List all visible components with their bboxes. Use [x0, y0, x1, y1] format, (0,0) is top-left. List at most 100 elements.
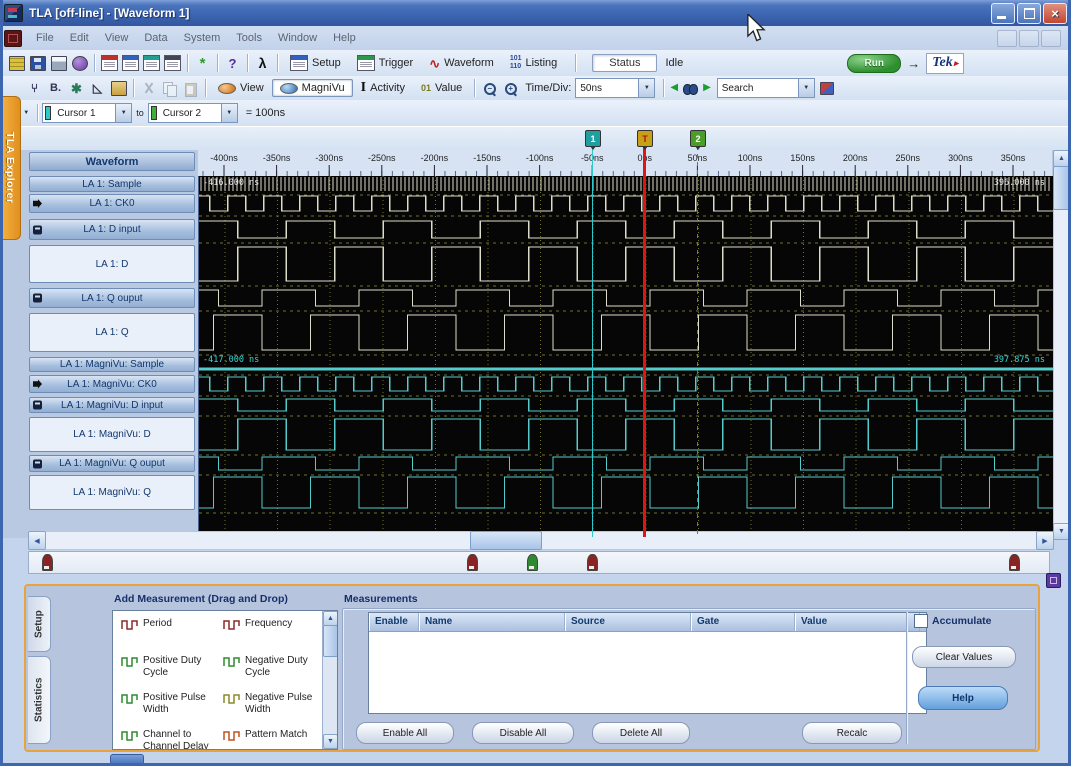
help-button[interactable]: Help	[918, 686, 1008, 710]
column-header-enable[interactable]: Enable	[369, 613, 419, 631]
listing-window-icon[interactable]	[122, 55, 139, 71]
help-icon[interactable]: ?	[224, 55, 241, 71]
marker-overview-bar[interactable]	[28, 551, 1050, 574]
scroll-left-button[interactable]: ◀	[28, 531, 46, 550]
cursor2-dropdown-icon[interactable]: ▼	[221, 104, 237, 122]
waveform-label-row[interactable]: LA 1: MagniVu: D	[29, 417, 195, 452]
setup-button[interactable]: Setup	[282, 52, 349, 74]
search-combo[interactable]: Search ▼	[717, 78, 815, 98]
cursor-marker-2[interactable]: 2	[690, 130, 706, 147]
cursor1-line[interactable]	[592, 146, 593, 537]
timediv-combo[interactable]: 50ns ▼	[575, 78, 655, 98]
waveform-label-row[interactable]: LA 1: MagniVu: Sample	[29, 357, 195, 372]
waveform-label-row[interactable]: LA 1: D input	[29, 219, 195, 240]
activity-button[interactable]: I Activity	[353, 78, 413, 98]
document-window-icon[interactable]	[4, 30, 22, 47]
save-icon[interactable]	[29, 55, 46, 71]
magnivu-button[interactable]: MagniVu	[272, 79, 353, 97]
waveform-window-icon[interactable]	[143, 55, 160, 71]
menu-system[interactable]: System	[176, 29, 229, 47]
measurement-item[interactable]: Positive Pulse Width	[121, 692, 221, 715]
search-next-icon[interactable]: ▶	[703, 83, 711, 93]
column-header-value[interactable]: Value	[795, 613, 920, 631]
close-button[interactable]: ×	[1043, 3, 1067, 24]
waveform-label-row[interactable]: LA 1: CK0	[29, 194, 195, 213]
measurement-item[interactable]: Channel to Channel Delay	[121, 729, 221, 750]
measurement-item[interactable]: Pattern Match	[223, 729, 323, 742]
cursor2-line[interactable]	[697, 146, 698, 537]
system-window-icon[interactable]	[8, 55, 25, 71]
overview-marker-3[interactable]	[587, 554, 598, 571]
menu-help[interactable]: Help	[325, 29, 364, 47]
cursor-marker-1[interactable]: 1	[585, 130, 601, 147]
overview-marker-1[interactable]	[467, 554, 478, 571]
cursor1-combo[interactable]: Cursor 1 ▼	[42, 103, 132, 123]
menu-file[interactable]: File	[28, 29, 62, 47]
time-ruler[interactable]: -400ns-350ns-300ns-250ns-200ns-150ns-100…	[198, 150, 1052, 176]
search-prev-icon[interactable]: ◀	[670, 83, 678, 93]
measurement-item[interactable]: Negative Duty Cycle	[223, 655, 323, 678]
child-minimize-button[interactable]	[997, 30, 1017, 47]
column-header-name[interactable]: Name	[419, 613, 565, 631]
waveform-label-row[interactable]: LA 1: MagniVu: Q ouput	[29, 455, 195, 472]
search-binoculars-icon[interactable]	[682, 80, 699, 96]
source-window-icon[interactable]	[164, 55, 181, 71]
horizontal-scroll-thumb[interactable]	[470, 531, 542, 550]
waveform-label-row[interactable]: LA 1: MagniVu: D input	[29, 397, 195, 413]
measurement-item[interactable]: Period	[121, 618, 221, 631]
properties-icon[interactable]	[71, 55, 88, 71]
child-restore-button[interactable]	[1019, 30, 1039, 47]
overview-marker-2[interactable]	[527, 554, 538, 571]
bookmark-icon[interactable]: B.	[47, 80, 64, 96]
cursor2-combo[interactable]: Cursor 2 ▼	[148, 103, 238, 123]
setup-window-icon[interactable]	[101, 55, 118, 71]
menu-edit[interactable]: Edit	[62, 29, 97, 47]
column-header-source[interactable]: Source	[565, 613, 691, 631]
measurements-table-body[interactable]	[369, 632, 926, 712]
wizard-icon[interactable]: *	[194, 55, 211, 71]
waveform-label-row[interactable]: LA 1: Q ouput	[29, 288, 195, 308]
list-scrollbar[interactable]: ▲ ▼	[322, 611, 337, 749]
overview-marker-4[interactable]	[1009, 554, 1020, 571]
trigger-button[interactable]: Trigger	[349, 52, 421, 74]
minimize-button[interactable]	[991, 3, 1015, 24]
waveform-label-row[interactable]: LA 1: D	[29, 245, 195, 283]
panel-grip[interactable]	[110, 754, 144, 765]
restore-button[interactable]	[1017, 3, 1041, 24]
timediv-dropdown-icon[interactable]: ▼	[638, 79, 654, 97]
cut-icon[interactable]	[140, 80, 157, 96]
overview-marker-0[interactable]	[42, 554, 53, 571]
scroll-up-button[interactable]: ▲	[1053, 150, 1070, 167]
run-tool-icon[interactable]: λ	[254, 55, 271, 71]
vertical-scroll-thumb[interactable]	[1053, 166, 1070, 210]
waveform-button[interactable]: ∿ Waveform	[421, 54, 502, 73]
measurement-item[interactable]: Positive Duty Cycle	[121, 655, 221, 678]
panel-dock-icon[interactable]	[1046, 573, 1061, 588]
menu-data[interactable]: Data	[136, 29, 175, 47]
edit-pointer-icon[interactable]: ◺	[89, 80, 106, 96]
menu-window[interactable]: Window	[270, 29, 325, 47]
child-close-button[interactable]	[1041, 30, 1061, 47]
accumulate-checkbox[interactable]	[914, 614, 928, 628]
disable-all-button[interactable]: Disable All	[472, 722, 574, 744]
scroll-right-button[interactable]: ▶	[1036, 531, 1054, 550]
trigger-line[interactable]	[643, 146, 646, 537]
list-scroll-up-icon[interactable]: ▲	[323, 611, 338, 626]
tab-statistics[interactable]: Statistics	[28, 656, 51, 744]
clear-values-button[interactable]: Clear Values	[912, 646, 1016, 668]
tab-setup[interactable]: Setup	[28, 596, 51, 652]
print-icon[interactable]	[50, 55, 67, 71]
status-button[interactable]: Status	[592, 54, 657, 72]
trigger-marker[interactable]: T	[637, 130, 653, 147]
view-button[interactable]: View	[210, 79, 272, 97]
waveform-label-row[interactable]: LA 1: MagniVu: Q	[29, 475, 195, 510]
delete-all-button[interactable]: Delete All	[592, 722, 690, 744]
scroll-down-button[interactable]: ▼	[1053, 523, 1070, 540]
split-window-icon[interactable]: ⑂	[26, 80, 43, 96]
menu-tools[interactable]: Tools	[228, 29, 270, 47]
menu-view[interactable]: View	[97, 29, 137, 47]
folder-open-icon[interactable]	[110, 80, 127, 96]
tla-explorer-tab[interactable]: TLA Explorer	[0, 96, 21, 240]
waveform-column-header[interactable]: Waveform	[29, 152, 195, 171]
measurement-item[interactable]: Negative Pulse Width	[223, 692, 323, 715]
